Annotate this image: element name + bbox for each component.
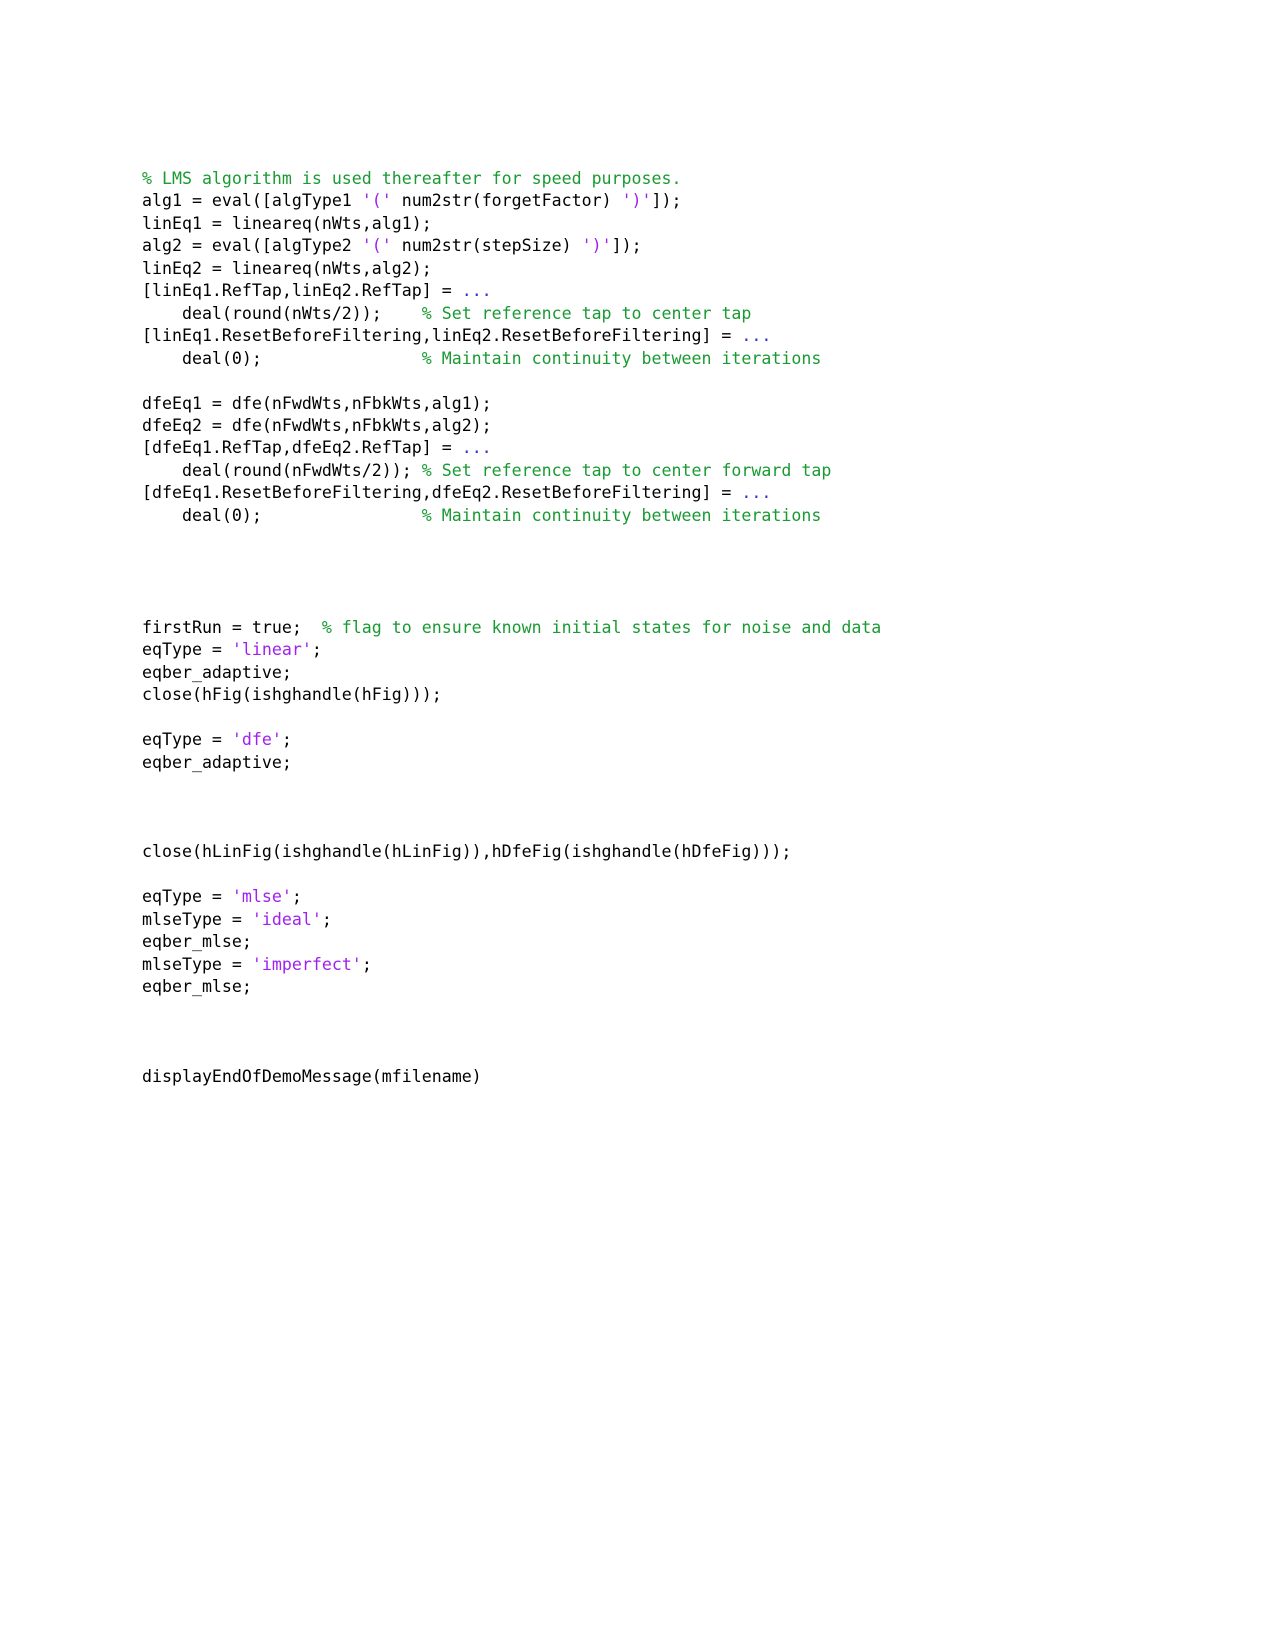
code-line: deal(0); % Maintain continuity between i… xyxy=(142,505,1142,527)
code-token-plain: eqber_mlse; xyxy=(142,932,252,952)
code-line: close(hFig(ishghandle(hFig))); xyxy=(142,684,1142,706)
code-token-comment: % Maintain continuity between iterations xyxy=(421,348,822,368)
code-token-plain: [linEq1.RefTap,linEq2.RefTap] = xyxy=(142,281,462,301)
code-token-plain: displayEndOfDemoMessage(mfilename) xyxy=(142,1066,482,1086)
code-line: eqber_adaptive; xyxy=(142,752,1142,774)
code-token-plain: eqber_adaptive; xyxy=(142,752,292,772)
code-token-plain: num2str(forgetFactor) xyxy=(391,191,622,211)
code-line: eqType = 'mlse'; xyxy=(142,886,1142,908)
code-token-plain: [linEq1.ResetBeforeFiltering,linEq2.Rese… xyxy=(142,326,742,346)
code-token-plain: mlseType = xyxy=(142,954,252,974)
code-token-plain: ]); xyxy=(611,236,642,256)
code-token-cont: ... xyxy=(461,438,492,458)
code-token-plain: [dfeEq1.RefTap,dfeEq2.RefTap] = xyxy=(142,438,462,458)
code-line: [linEq1.ResetBeforeFiltering,linEq2.Rese… xyxy=(142,325,1142,347)
code-token-plain: firstRun = true; xyxy=(142,617,322,637)
code-token-plain: num2str(stepSize) xyxy=(391,236,582,256)
code-line: [dfeEq1.RefTap,dfeEq2.RefTap] = ... xyxy=(142,437,1142,459)
code-line: deal(round(nFwdWts/2)); % Set reference … xyxy=(142,460,1142,482)
code-token-comment: % Set reference tap to center tap xyxy=(421,303,752,323)
code-token-string: 'imperfect' xyxy=(251,954,362,974)
code-line: displayEndOfDemoMessage(mfilename) xyxy=(142,1066,1142,1088)
code-token-comment: % flag to ensure known initial states fo… xyxy=(321,617,882,637)
code-token-string: 'ideal' xyxy=(251,909,322,929)
code-line: close(hLinFig(ishghandle(hLinFig)),hDfeF… xyxy=(142,841,1142,863)
code-line: eqber_adaptive; xyxy=(142,662,1142,684)
code-token-plain: dfeEq2 = dfe(nFwdWts,nFbkWts,alg2); xyxy=(142,415,492,435)
code-token-plain: alg2 = eval([algType2 xyxy=(142,236,362,256)
code-line: mlseType = 'imperfect'; xyxy=(142,954,1142,976)
code-token-comment: % Maintain continuity between iterations xyxy=(421,505,822,525)
code-token-string: '(' xyxy=(361,236,392,256)
code-token-plain: eqType = xyxy=(142,640,232,660)
code-line: eqType = 'dfe'; xyxy=(142,729,1142,751)
code-line: eqType = 'linear'; xyxy=(142,639,1142,661)
code-token-plain: ; xyxy=(311,640,322,660)
code-token-cont: ... xyxy=(461,281,492,301)
code-token-string: 'mlse' xyxy=(231,887,292,907)
code-token-plain: deal(0); xyxy=(142,348,422,368)
code-line: % LMS algorithm is used thereafter for s… xyxy=(142,168,1142,190)
code-line: linEq2 = lineareq(nWts,alg2); xyxy=(142,258,1142,280)
code-line: [linEq1.RefTap,linEq2.RefTap] = ... xyxy=(142,280,1142,302)
code-token-cont: ... xyxy=(741,483,772,503)
page-canvas: % LMS algorithm is used thereafter for s… xyxy=(0,0,1275,1650)
code-token-plain: linEq2 = lineareq(nWts,alg2); xyxy=(142,258,432,278)
code-token-plain: [dfeEq1.ResetBeforeFiltering,dfeEq2.Rese… xyxy=(142,483,742,503)
code-token-string: ')' xyxy=(581,236,612,256)
code-token-cont: ... xyxy=(741,326,772,346)
code-token-plain: deal(round(nFwdWts/2)); xyxy=(142,460,422,480)
code-line: eqber_mlse; xyxy=(142,976,1142,998)
code-token-plain: ; xyxy=(291,887,302,907)
code-line: deal(round(nWts/2)); % Set reference tap… xyxy=(142,303,1142,325)
code-token-plain: ; xyxy=(361,954,372,974)
code-token-plain: mlseType = xyxy=(142,909,252,929)
code-token-comment: % Set reference tap to center forward ta… xyxy=(421,460,832,480)
code-token-plain: ; xyxy=(321,909,332,929)
code-token-plain: close(hFig(ishghandle(hFig))); xyxy=(142,685,442,705)
code-line: alg1 = eval([algType1 '(' num2str(forget… xyxy=(142,190,1142,212)
code-token-plain: deal(0); xyxy=(142,505,422,525)
code-token-plain: dfeEq1 = dfe(nFwdWts,nFbkWts,alg1); xyxy=(142,393,492,413)
code-line: [dfeEq1.ResetBeforeFiltering,dfeEq2.Rese… xyxy=(142,482,1142,504)
code-token-plain: deal(round(nWts/2)); xyxy=(142,303,422,323)
code-token-string: '(' xyxy=(361,191,392,211)
code-line: deal(0); % Maintain continuity between i… xyxy=(142,348,1142,370)
code-token-string: ')' xyxy=(621,191,652,211)
code-line: dfeEq1 = dfe(nFwdWts,nFbkWts,alg1); xyxy=(142,393,1142,415)
code-token-plain: ]); xyxy=(651,191,682,211)
code-token-plain: eqType = xyxy=(142,730,232,750)
code-line: dfeEq2 = dfe(nFwdWts,nFbkWts,alg2); xyxy=(142,415,1142,437)
code-listing: % LMS algorithm is used thereafter for s… xyxy=(142,168,1142,1088)
code-token-plain: ; xyxy=(281,730,292,750)
code-token-plain: close(hLinFig(ishghandle(hLinFig)),hDfeF… xyxy=(142,842,792,862)
code-line: eqber_mlse; xyxy=(142,931,1142,953)
code-token-string: 'linear' xyxy=(231,640,312,660)
code-line: linEq1 = lineareq(nWts,alg1); xyxy=(142,213,1142,235)
code-token-plain: alg1 = eval([algType1 xyxy=(142,191,362,211)
code-token-plain: eqType = xyxy=(142,887,232,907)
code-token-plain: linEq1 = lineareq(nWts,alg1); xyxy=(142,213,432,233)
code-line: mlseType = 'ideal'; xyxy=(142,909,1142,931)
code-token-plain: eqber_adaptive; xyxy=(142,662,292,682)
code-token-plain: eqber_mlse; xyxy=(142,977,252,997)
code-token-comment: % LMS algorithm is used thereafter for s… xyxy=(142,169,682,188)
code-line: firstRun = true; % flag to ensure known … xyxy=(142,617,1142,639)
code-line: alg2 = eval([algType2 '(' num2str(stepSi… xyxy=(142,235,1142,257)
code-token-string: 'dfe' xyxy=(231,730,282,750)
